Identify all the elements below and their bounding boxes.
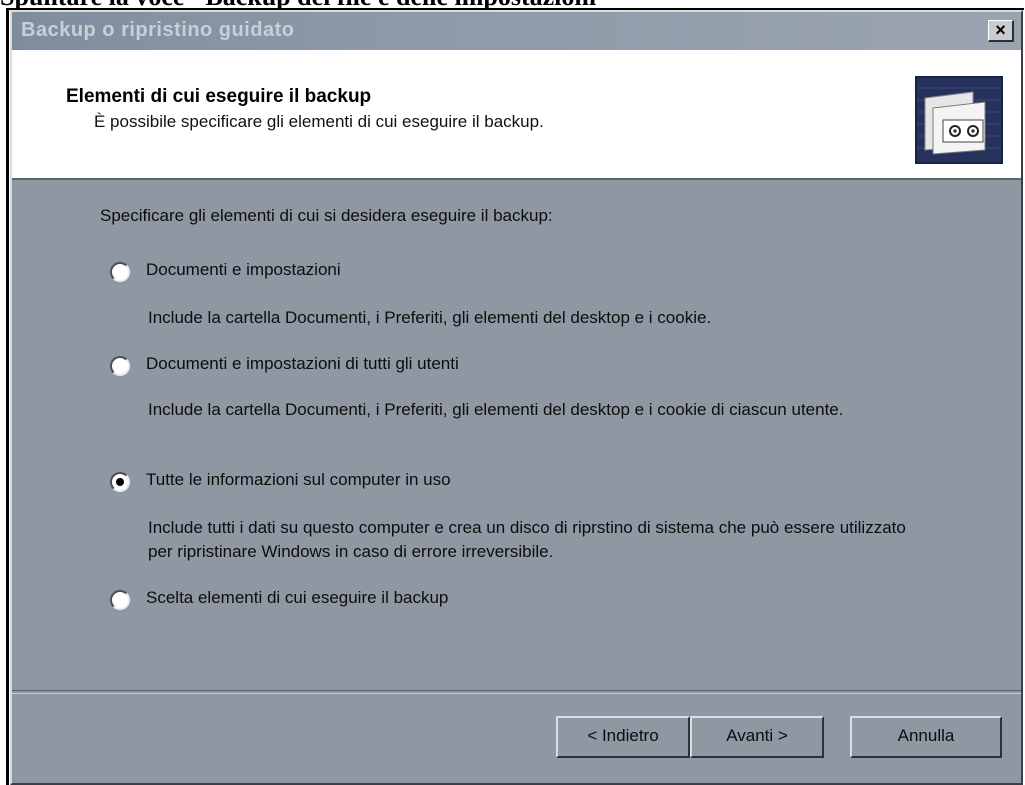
- close-button[interactable]: ×: [988, 20, 1014, 42]
- radio-button[interactable]: [110, 262, 130, 282]
- radio-button[interactable]: [110, 590, 130, 610]
- title-bar[interactable]: Backup o ripristino guidato ×: [12, 12, 1021, 50]
- wizard-body: Specificare gli elementi di cui si desid…: [12, 180, 1021, 690]
- page-title: Elementi di cui eseguire il backup: [66, 86, 372, 107]
- back-button[interactable]: < Indietro: [556, 716, 690, 758]
- option-description: Include tutti i dati su questo computer …: [148, 518, 906, 561]
- instruction-text: Specificare gli elementi di cui si desid…: [100, 206, 553, 225]
- wizard-header: Elementi di cui eseguire il backup È pos…: [12, 50, 1021, 180]
- option-label: Documenti e impostazioni: [146, 260, 341, 279]
- option-description: Include la cartella Documenti, i Preferi…: [148, 400, 844, 419]
- radio-button[interactable]: [110, 356, 130, 376]
- radio-selected-dot: [116, 478, 124, 486]
- caption-text: Spuntare la voce "Backup dei file e dell…: [0, 0, 1025, 10]
- close-icon: ×: [995, 20, 1006, 40]
- next-button[interactable]: Avanti >: [690, 716, 824, 758]
- option-description: Include la cartella Documenti, i Preferi…: [148, 308, 712, 327]
- radio-button-selected[interactable]: [110, 472, 130, 492]
- page-subtitle: È possibile specificare gli elementi di …: [94, 112, 544, 131]
- backup-tape-icon: [915, 76, 1003, 164]
- wizard-dialog: Backup o ripristino guidato × Elementi d…: [10, 10, 1023, 785]
- option-label: Tutte le informazioni sul computer in us…: [146, 470, 451, 489]
- window-title: Backup o ripristino guidato: [21, 19, 295, 41]
- cancel-button[interactable]: Annulla: [850, 716, 1002, 758]
- option-label: Documenti e impostazioni di tutti gli ut…: [146, 354, 459, 373]
- footer-divider: [12, 690, 1021, 694]
- option-label: Scelta elementi di cui eseguire il backu…: [146, 588, 449, 607]
